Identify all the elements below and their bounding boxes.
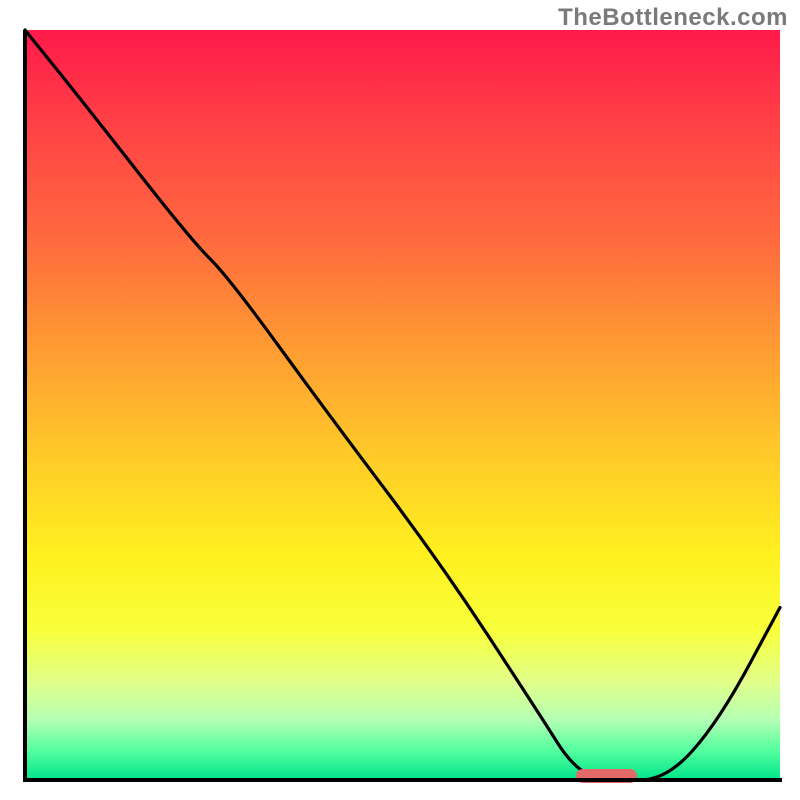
plot-area (25, 30, 780, 780)
x-axis (23, 778, 782, 782)
bottleneck-curve (25, 30, 780, 780)
y-axis (23, 30, 27, 782)
chart-container: TheBottleneck.com (0, 0, 800, 800)
watermark-text: TheBottleneck.com (558, 4, 788, 32)
